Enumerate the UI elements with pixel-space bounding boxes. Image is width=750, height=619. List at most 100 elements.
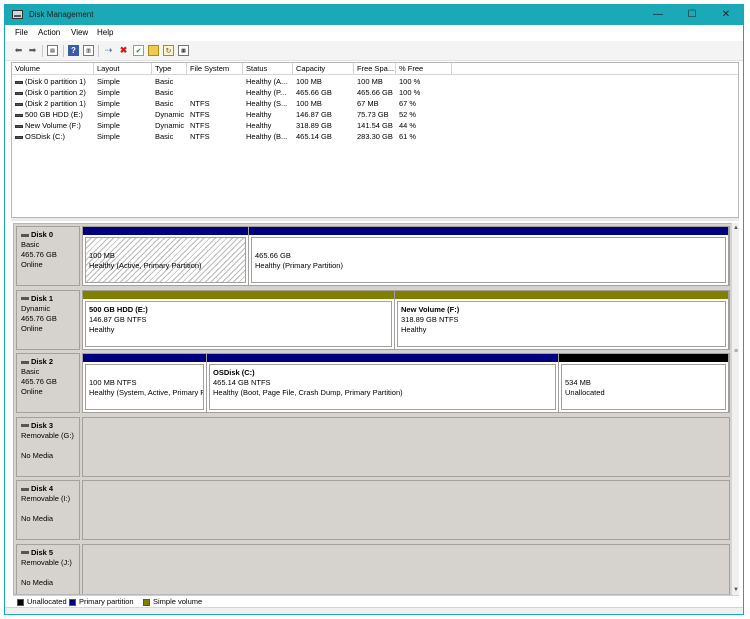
cell-type: Basic xyxy=(155,99,174,108)
checklist-icon[interactable]: ✔ xyxy=(133,45,144,56)
partition-body[interactable]: OSDisk (C:) 465.14 GB NTFS Healthy (Boot, … xyxy=(209,364,556,410)
partition-block[interactable]: 100 MB NTFS Healthy (System, Active, Prim… xyxy=(83,354,207,412)
partition-body[interactable]: New Volume (F:) 318.89 GB NTFS Healthy xyxy=(397,300,726,347)
menu-file[interactable]: File xyxy=(15,28,28,37)
cell-status: Healthy (B... xyxy=(246,132,288,141)
partition-type-bar xyxy=(83,227,248,235)
disk-info[interactable]: Disk 4 Removable (I:) No Media xyxy=(16,480,80,540)
table-row[interactable]: OSDisk (C:) Simple Basic NTFS Healthy (B... 4… xyxy=(12,131,738,142)
disk-map-scrollbar[interactable]: ▲ ≡ ▼ xyxy=(731,223,739,595)
rescan-icon[interactable]: ↻ xyxy=(163,45,174,56)
disk-state: No Media xyxy=(21,577,54,587)
cell-free-space: 75.73 GB xyxy=(357,110,389,119)
connect-virtual-disk-icon[interactable]: ⇢ xyxy=(103,45,114,56)
column-header-capacity[interactable]: Capacity xyxy=(293,63,354,75)
menu-view[interactable]: View xyxy=(71,28,88,37)
disk-info[interactable]: Disk 1 Dynamic 465.76 GB Online xyxy=(16,289,80,350)
partition-block[interactable]: 465.66 GB Healthy (Primary Partition) xyxy=(249,227,729,285)
disk-type: Basic xyxy=(21,240,40,249)
properties-pane-icon[interactable]: ▦ xyxy=(178,45,189,56)
table-row[interactable]: (Disk 0 partition 2) Simple Basic Healthy (… xyxy=(12,87,738,98)
pane-splitter[interactable] xyxy=(11,218,739,221)
column-header-percent-free[interactable]: % Free xyxy=(396,63,452,75)
new-folder-icon[interactable] xyxy=(148,45,159,56)
disk-info[interactable]: Disk 0 Basic 465.76 GB Online xyxy=(16,226,80,286)
partition-type-bar xyxy=(559,354,728,362)
column-header-volume[interactable]: Volume xyxy=(12,63,94,75)
cell-percent-free: 61 % xyxy=(399,132,417,141)
cell-type: Basic xyxy=(155,132,174,141)
partition-body[interactable]: 534 MB Unallocated xyxy=(561,364,726,410)
disk-row-4: Disk 4 Removable (I:) No Media xyxy=(14,478,730,542)
cell-file-system: NTFS xyxy=(190,121,210,130)
partition-area: 100 MB NTFS Healthy (System, Active, Prim… xyxy=(82,353,730,413)
partition-body[interactable]: 100 MB Healthy (Active, Primary Partition… xyxy=(85,237,246,283)
partition-block[interactable]: 500 GB HDD (E:) 146.87 GB NTFS Healthy xyxy=(83,290,395,349)
maximize-button[interactable]: ☐ xyxy=(675,5,709,25)
menu-action[interactable]: Action xyxy=(38,28,60,37)
back-icon[interactable]: ⬅ xyxy=(13,45,24,56)
scroll-down-icon[interactable]: ▼ xyxy=(732,585,740,595)
partition-block[interactable]: New Volume (F:) 318.89 GB NTFS Healthy xyxy=(395,290,729,349)
partition-block[interactable]: 100 MB Healthy (Active, Primary Partition… xyxy=(83,227,249,285)
title-bar[interactable]: Disk Management — ☐ ✕ xyxy=(5,5,743,25)
partition-spacer xyxy=(89,368,200,378)
cell-file-system: NTFS xyxy=(190,110,210,119)
volume-icon xyxy=(15,135,23,139)
volume-name: (Disk 0 partition 1) xyxy=(25,77,86,86)
help-icon[interactable]: ? xyxy=(68,45,79,56)
disk-name: Disk 5 xyxy=(21,548,75,558)
partition-body[interactable]: 465.66 GB Healthy (Primary Partition) xyxy=(251,237,726,283)
partition-block[interactable]: OSDisk (C:) 465.14 GB NTFS Healthy (Boot, … xyxy=(207,354,559,412)
partition-spacer xyxy=(565,368,722,378)
disk-size: 465.76 GB xyxy=(21,377,57,386)
column-header-file-system[interactable]: File System xyxy=(187,63,243,75)
partition-area: 100 MB Healthy (Active, Primary Partition… xyxy=(82,226,730,286)
disk-type: Removable (J:) xyxy=(21,557,72,567)
table-row[interactable]: (Disk 2 partition 1) Simple Basic NTFS Healt… xyxy=(12,98,738,109)
column-header-type[interactable]: Type xyxy=(152,63,187,75)
cell-layout: Simple xyxy=(97,77,120,86)
disk-info[interactable]: Disk 2 Basic 465.76 GB Online xyxy=(16,353,80,413)
cell-status: Healthy (A... xyxy=(246,77,288,86)
partition-size: 100 MB xyxy=(89,251,115,260)
disk-type: Removable (I:) xyxy=(21,494,71,503)
partition-size: 100 MB NTFS xyxy=(89,378,137,387)
table-row[interactable]: (Disk 0 partition 1) Simple Basic Healthy (… xyxy=(12,76,738,87)
disk-info[interactable]: Disk 3 Removable (G:) No Media xyxy=(16,416,80,477)
column-header-status[interactable]: Status xyxy=(243,63,293,75)
show-hide-console-tree-icon[interactable]: ▤ xyxy=(47,45,58,56)
cell-capacity: 465.66 GB xyxy=(296,88,332,97)
cell-type: Dynamic xyxy=(155,121,185,130)
partition-body[interactable]: 500 GB HDD (E:) 146.87 GB NTFS Healthy xyxy=(85,300,392,347)
cell-layout: Simple xyxy=(97,99,120,108)
delete-icon[interactable]: ✖ xyxy=(118,45,129,56)
volume-icon xyxy=(15,113,23,117)
cell-status: Healthy xyxy=(246,121,272,130)
toolbar-separator xyxy=(42,45,43,57)
disk-info[interactable]: Disk 5 Removable (J:) No Media xyxy=(16,543,80,594)
cell-status: Healthy xyxy=(246,110,272,119)
column-header-layout[interactable]: Layout xyxy=(94,63,152,75)
partition-spacer xyxy=(255,241,722,251)
scroll-grip-icon[interactable]: ≡ xyxy=(732,348,740,358)
table-row[interactable]: New Volume (F:) Simple Dynamic NTFS Healthy 3… xyxy=(12,120,738,131)
volume-list-header: Volume Layout Type File System Status Ca… xyxy=(12,63,738,75)
partition-block[interactable]: 534 MB Unallocated xyxy=(559,354,729,412)
cell-volume: (Disk 0 partition 2) xyxy=(12,87,94,98)
volume-icon xyxy=(15,124,23,128)
table-row[interactable]: 500 GB HDD (E:) Simple Dynamic NTFS Healthy 1… xyxy=(12,109,738,120)
disk-management-app-icon xyxy=(12,10,23,19)
menu-help[interactable]: Help xyxy=(97,28,113,37)
properties-icon[interactable]: ▥ xyxy=(83,45,94,56)
partition-body[interactable]: 100 MB NTFS Healthy (System, Active, Prim… xyxy=(85,364,204,410)
forward-icon[interactable]: ➡ xyxy=(27,45,38,56)
partition-status: Healthy (Boot, Page File, Crash Dump, Pr… xyxy=(213,388,403,397)
column-header-free-space[interactable]: Free Spa... xyxy=(354,63,396,75)
minimize-button[interactable]: — xyxy=(641,5,675,25)
partition-label: New Volume (F:) xyxy=(401,304,460,314)
disk-name: Disk 0 xyxy=(21,230,75,240)
close-button[interactable]: ✕ xyxy=(709,5,743,25)
legend: Unallocated Primary partition Simple vol… xyxy=(13,595,739,607)
scroll-up-icon[interactable]: ▲ xyxy=(732,223,740,233)
